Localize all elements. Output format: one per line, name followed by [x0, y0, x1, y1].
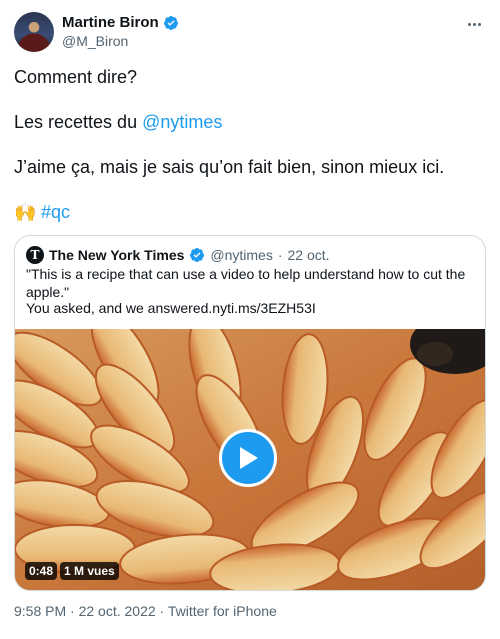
author-handle[interactable]: @M_Biron	[62, 33, 128, 49]
hashtag-link[interactable]: #qc	[41, 202, 70, 222]
tweet-text-line3: J’aime ça, mais je sais qu’on fait bien,…	[14, 157, 445, 177]
tweet-text-line4: 🙌 #qc	[14, 201, 70, 223]
video-views-badge: 1 M vues	[60, 562, 119, 580]
quoted-tweet-header: T The New York Times @nytimes · 22 oct.	[26, 246, 330, 264]
mention-link[interactable]: @nytimes	[142, 112, 222, 132]
avatar[interactable]	[14, 12, 54, 52]
quoted-date[interactable]: 22 oct.	[288, 247, 330, 263]
quoted-separator: ·	[277, 247, 283, 263]
more-dot	[467, 22, 471, 26]
tweet-text-line2-prefix: Les recettes du	[14, 112, 143, 132]
video-badges: 0:48 1 M vues	[25, 562, 119, 580]
tweet-text-line2: Les recettes du @nytimes	[14, 111, 222, 133]
quoted-text-line1: "This is a recipe that can use a video t…	[26, 266, 466, 300]
tweet-header: Martine Biron @M_Biron	[14, 12, 486, 52]
quoted-text-line2: You asked, and we answered.nyti.ms/3EZH5…	[26, 300, 316, 316]
verified-badge-icon	[163, 15, 178, 30]
quoted-handle[interactable]: @nytimes	[210, 247, 272, 263]
play-button[interactable]	[219, 429, 277, 487]
author-name-row: Martine Biron	[62, 14, 179, 31]
author-name[interactable]: Martine Biron	[62, 14, 159, 31]
verified-badge-icon	[190, 248, 205, 262]
more-options-icon[interactable]	[464, 16, 484, 32]
quoted-tweet[interactable]: T The New York Times @nytimes · 22 oct. …	[14, 235, 486, 591]
quoted-author-name[interactable]: The New York Times	[49, 247, 184, 263]
video-duration-badge: 0:48	[25, 562, 58, 580]
video-thumbnail[interactable]: 0:48 1 M vues	[15, 329, 485, 590]
play-icon	[240, 447, 258, 469]
tweet-text-line1: Comment dire?	[14, 67, 138, 87]
more-dot	[477, 22, 481, 26]
nyt-logo-icon: T	[26, 246, 44, 264]
raised-hands-emoji: 🙌	[14, 202, 37, 222]
tweet-footer: 9:58 PM · 22 oct. 2022 · Twitter for iPh…	[14, 603, 277, 619]
more-dot	[472, 22, 476, 26]
